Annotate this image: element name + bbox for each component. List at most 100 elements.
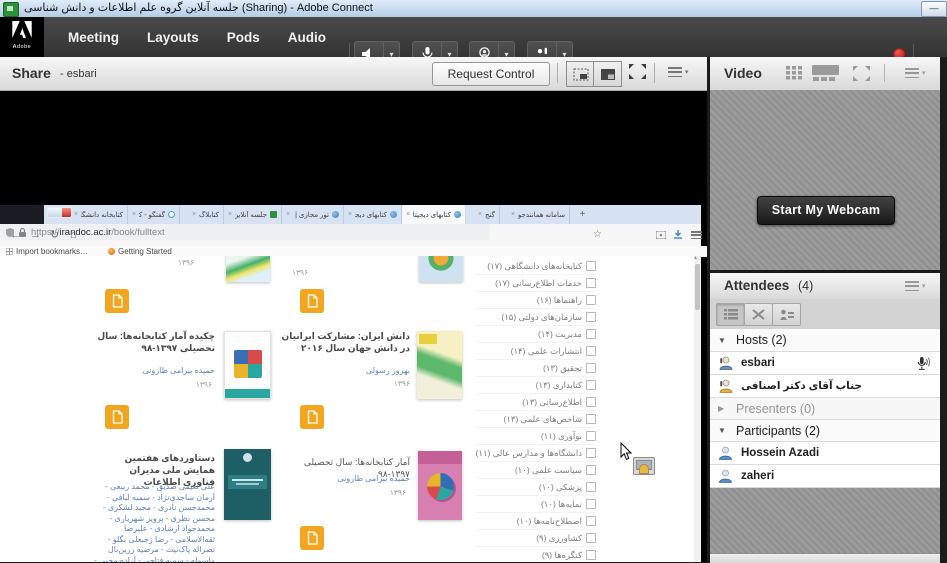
browser-tab[interactable]: جلسه آنلاین گروه علم× xyxy=(224,205,282,224)
checkbox[interactable] xyxy=(586,295,596,305)
book-authors-list[interactable]: علی نعیمی صدیق - محمد ربیعی - آرمان ساجد… xyxy=(93,482,215,562)
filter-row[interactable]: راهنماها (۱۶) xyxy=(475,292,596,309)
participants-section-header[interactable]: ▼ Participants (2) xyxy=(710,420,940,442)
home-button[interactable]: ⌂ xyxy=(70,224,77,246)
book-cover[interactable] xyxy=(224,331,271,399)
tab-close-icon[interactable]: × xyxy=(228,211,232,218)
checkbox[interactable] xyxy=(586,329,596,339)
checkbox[interactable] xyxy=(586,482,596,492)
checkbox[interactable] xyxy=(586,465,596,475)
video-fullscreen-icon[interactable] xyxy=(852,65,871,82)
start-webcam-button[interactable]: Start My Webcam xyxy=(757,196,895,225)
book-author-link[interactable]: حمیده بیرامی طارونی xyxy=(115,366,215,375)
book-cover[interactable] xyxy=(417,331,462,399)
filter-row[interactable]: شاخص‌های علمی (۱۳) xyxy=(475,411,596,428)
book-author-link[interactable]: بهروز رسولی xyxy=(325,366,410,375)
browser-window-controls[interactable] xyxy=(47,207,72,218)
scrollbar-thumb[interactable] xyxy=(695,264,700,310)
book-author-link[interactable]: حمیده بیرامی طارونی xyxy=(312,474,410,483)
book-title[interactable]: چکیده آمار کتابخانه‌ها: سال تحصیلی ۱۳۹۷-… xyxy=(95,330,215,354)
book-cover[interactable] xyxy=(418,451,462,520)
scroll-up-arrow[interactable]: ▴ xyxy=(694,256,697,261)
filter-row[interactable]: سیاست علمی (۱۰) xyxy=(475,462,596,479)
menu-meeting[interactable]: Meeting xyxy=(68,30,119,45)
attendee-row[interactable]: zaheri xyxy=(710,465,940,488)
tab-close-icon[interactable]: × xyxy=(348,211,352,218)
browser-tab[interactable]: گفتگو - کافیم× xyxy=(128,205,180,224)
forward-button[interactable]: → xyxy=(30,224,41,246)
checkbox[interactable] xyxy=(586,380,596,390)
tab-close-icon[interactable]: × xyxy=(511,211,515,218)
page-scrollbar[interactable]: ▴ xyxy=(694,256,701,562)
checkbox[interactable] xyxy=(586,448,596,458)
checkbox[interactable] xyxy=(586,550,596,560)
pdf-download-icon[interactable] xyxy=(300,289,324,313)
presenters-section-header[interactable]: ▶ Presenters (0) xyxy=(710,398,940,420)
browser-tab[interactable]: تور مجازی | پژوهشگاه× xyxy=(282,205,344,224)
checkbox[interactable] xyxy=(586,346,596,356)
filter-row[interactable]: کتابداری (۱۳) xyxy=(475,377,596,394)
filter-row[interactable]: نوآوری (۱۱) xyxy=(475,428,596,445)
filter-row[interactable]: خدمات اطلاع‌رسانی (۱۷) xyxy=(475,275,596,292)
browser-tab[interactable]: کتابهای دیجیتال ایران× xyxy=(344,205,402,224)
share-pod-menu-button[interactable]: ▾ xyxy=(668,67,689,77)
tab-close-icon[interactable]: × xyxy=(74,211,78,218)
reload-button[interactable]: ↻ xyxy=(50,224,59,246)
book-cover[interactable] xyxy=(419,256,463,282)
attendee-row[interactable]: esbari xyxy=(710,352,940,375)
tab-close-icon[interactable]: × xyxy=(478,211,482,218)
filter-row[interactable]: اصطلاح‌نامه‌ها (۱۰) xyxy=(475,513,596,530)
attendee-row[interactable]: Hossein Azadi xyxy=(710,442,940,465)
book-title[interactable]: دانش ایران: مشارکت ایرانیان در دانش جهان… xyxy=(278,330,410,354)
filter-row[interactable]: کتابخانه‌های دانشگاهی (۱۷) xyxy=(475,258,596,275)
checkbox[interactable] xyxy=(586,312,596,322)
checkbox[interactable] xyxy=(586,516,596,526)
checkbox[interactable] xyxy=(586,499,596,509)
collapse-triangle-icon[interactable]: ▼ xyxy=(718,336,728,345)
filter-row[interactable]: کنگره‌ها (۹) xyxy=(475,547,596,562)
pdf-download-icon[interactable] xyxy=(105,405,129,429)
browser-menu-icon[interactable] xyxy=(691,231,702,239)
browser-tab[interactable]: کتابخانه دانشگاه شهید بهشتی× xyxy=(70,205,128,224)
collapse-triangle-icon[interactable]: ▼ xyxy=(718,426,728,435)
filter-row[interactable]: سازمان‌های دولتی (۱۵) xyxy=(475,309,596,326)
bookmark-import[interactable]: Import bookmarks… xyxy=(6,247,88,256)
checkbox[interactable] xyxy=(586,431,596,441)
checkbox[interactable] xyxy=(586,397,596,407)
browser-tab[interactable]: سامانه همانندجو× xyxy=(500,205,570,224)
filter-row[interactable]: اطلاع‌رسانی (۱۳) xyxy=(475,394,596,411)
tab-close-icon[interactable]: × xyxy=(132,211,136,218)
share-fullscreen-button[interactable] xyxy=(628,63,647,85)
browser-tab[interactable]: کتابلاگ× xyxy=(180,205,224,224)
expand-triangle-icon[interactable]: ▶ xyxy=(718,404,728,413)
book-cover[interactable] xyxy=(226,256,270,282)
checkbox[interactable] xyxy=(586,414,596,424)
pdf-download-icon[interactable] xyxy=(300,405,324,429)
browser-tab[interactable]: گنج× xyxy=(466,205,500,224)
new-tab-button[interactable]: + xyxy=(576,208,589,221)
filter-row[interactable]: دانشگاه‌ها و مدارس عالی (۱۱) xyxy=(475,445,596,462)
grid-view-icon[interactable] xyxy=(786,66,803,80)
share-view-solid-button[interactable] xyxy=(593,61,622,87)
active-microphone-icon[interactable] xyxy=(915,356,931,372)
hosts-section-header[interactable]: ▼ Hosts (2) xyxy=(710,329,940,352)
tab-close-icon[interactable]: × xyxy=(192,211,196,218)
filter-row[interactable]: پزشکی (۱۰) xyxy=(475,479,596,496)
filter-row[interactable]: تحقیق (۱۳) xyxy=(475,360,596,377)
checkbox[interactable] xyxy=(586,278,596,288)
attendee-row[interactable]: جناب آقای دکتر اصنافی xyxy=(710,375,940,398)
minimize-button[interactable]: — xyxy=(921,1,947,17)
filmstrip-view-icon[interactable] xyxy=(812,65,840,81)
checkbox[interactable] xyxy=(586,363,596,373)
menu-pods[interactable]: Pods xyxy=(227,30,260,45)
menu-audio[interactable]: Audio xyxy=(288,30,326,45)
filter-row[interactable]: نمایه‌ها (۱۰) xyxy=(475,496,596,513)
extension-icon[interactable] xyxy=(656,231,666,239)
filter-row[interactable]: کشاورزی (۹) xyxy=(475,530,596,547)
attendees-pod-menu-button[interactable]: ▾ xyxy=(905,281,926,291)
tab-close-icon[interactable]: × xyxy=(406,211,410,218)
pdf-download-icon[interactable] xyxy=(300,526,324,550)
bookmark-star-icon[interactable]: ☆ xyxy=(593,224,602,246)
pdf-download-icon[interactable] xyxy=(105,289,129,313)
filter-row[interactable]: انتشارات علمی (۱۴) xyxy=(475,343,596,360)
